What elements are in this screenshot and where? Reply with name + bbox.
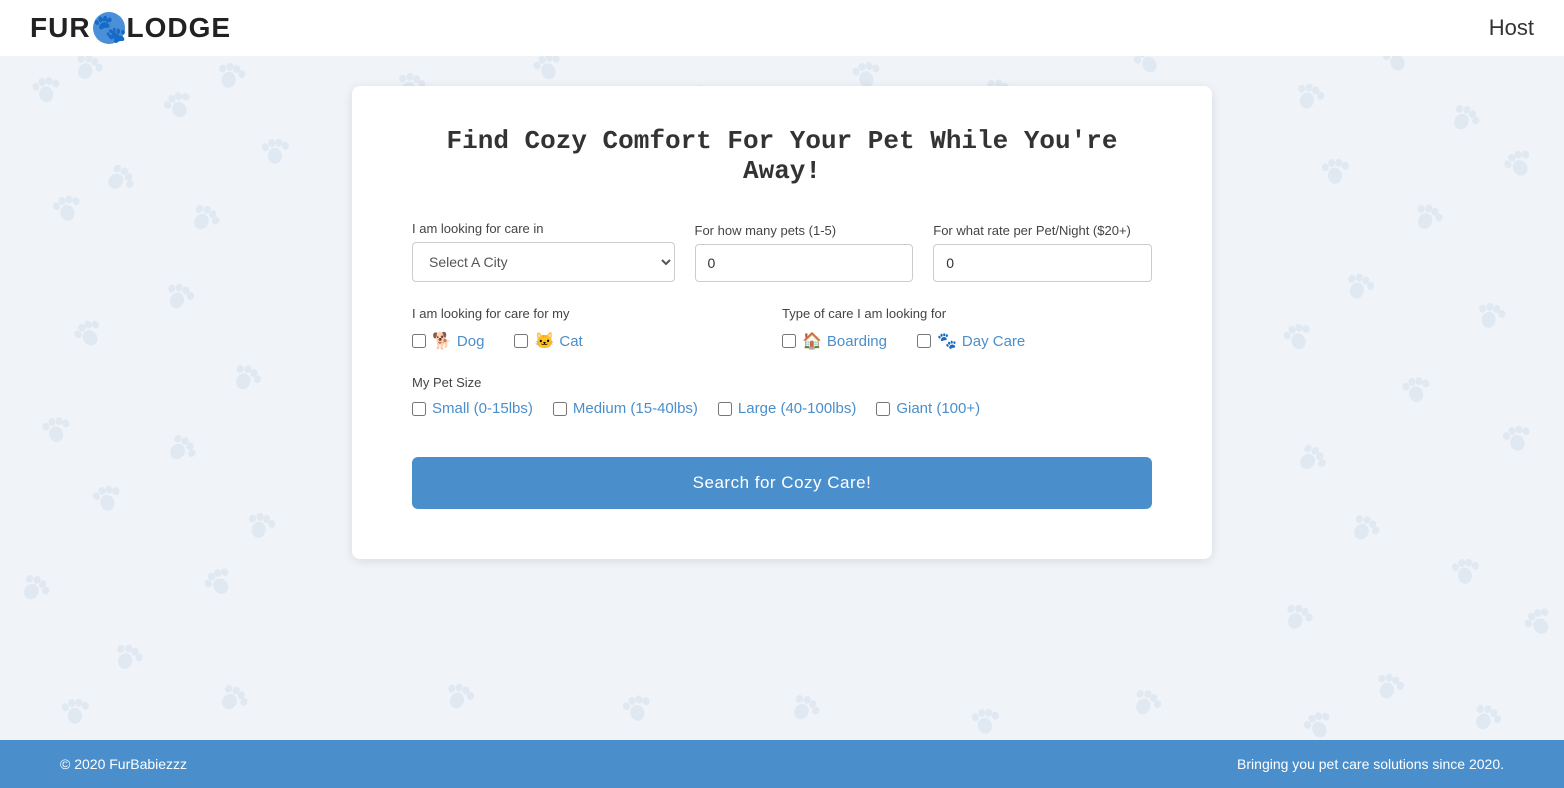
pet-size-section: My Pet Size Small (0-15lbs) Medium (15-4…	[412, 375, 1152, 417]
daycare-checkbox[interactable]	[917, 334, 931, 348]
large-size-checkbox[interactable]	[718, 402, 732, 416]
pet-type-options: 🐕 Dog 🐱 Cat	[412, 331, 782, 351]
boarding-checkbox-item[interactable]: 🏠 Boarding	[782, 331, 887, 351]
logo-text-lodge: L	[127, 12, 145, 44]
search-card: Find Cozy Comfort For Your Pet While You…	[352, 86, 1212, 559]
large-size-label: Large (40-100lbs)	[738, 400, 856, 417]
cat-checkbox-item[interactable]: 🐱 Cat	[514, 331, 582, 351]
daycare-icon: 🐾	[937, 331, 957, 351]
care-for-label: I am looking for care for my	[412, 306, 782, 321]
cat-label: 🐱 Cat	[534, 331, 582, 351]
daycare-text: Day Care	[962, 333, 1025, 350]
cat-icon: 🐱	[534, 331, 554, 351]
pet-size-options: Small (0-15lbs) Medium (15-40lbs) Large …	[412, 400, 1152, 417]
main-content: Find Cozy Comfort For Your Pet While You…	[0, 56, 1564, 740]
dog-icon: 🐕	[432, 331, 452, 351]
checkbox-row: I am looking for care for my 🐕 Dog 🐱	[412, 306, 1152, 351]
boarding-label: 🏠 Boarding	[802, 331, 887, 351]
boarding-text: Boarding	[827, 333, 887, 350]
dog-checkbox[interactable]	[412, 334, 426, 348]
giant-size-checkbox[interactable]	[876, 402, 890, 416]
daycare-checkbox-item[interactable]: 🐾 Day Care	[917, 331, 1025, 351]
small-size-item[interactable]: Small (0-15lbs)	[412, 400, 533, 417]
dog-checkbox-item[interactable]: 🐕 Dog	[412, 331, 484, 351]
search-button[interactable]: Search for Cozy Care!	[412, 457, 1152, 509]
dog-text: Dog	[457, 333, 485, 350]
care-type-section: Type of care I am looking for 🏠 Boarding…	[782, 306, 1152, 351]
city-select[interactable]: Select A City	[412, 242, 675, 282]
logo-text-lodge2: ODGE	[145, 12, 231, 44]
giant-size-label: Giant (100+)	[896, 400, 980, 417]
logo-paw-icon: 🐾	[93, 12, 125, 44]
giant-size-item[interactable]: Giant (100+)	[876, 400, 980, 417]
medium-size-label: Medium (15-40lbs)	[573, 400, 698, 417]
footer: © 2020 FurBabiezzz Bringing you pet care…	[0, 740, 1564, 788]
search-row-1: I am looking for care in Select A City F…	[412, 221, 1152, 282]
footer-tagline: Bringing you pet care solutions since 20…	[1237, 756, 1504, 772]
boarding-icon: 🏠	[802, 331, 822, 351]
care-type-options: 🏠 Boarding 🐾 Day Care	[782, 331, 1152, 351]
pets-input[interactable]	[695, 244, 914, 282]
medium-size-checkbox[interactable]	[553, 402, 567, 416]
medium-size-item[interactable]: Medium (15-40lbs)	[553, 400, 698, 417]
boarding-checkbox[interactable]	[782, 334, 796, 348]
pets-label: For how many pets (1-5)	[695, 223, 914, 238]
cat-text: Cat	[559, 333, 582, 350]
city-group: I am looking for care in Select A City	[412, 221, 675, 282]
logo: FUR🐾LODGE	[30, 12, 231, 44]
cat-checkbox[interactable]	[514, 334, 528, 348]
dog-label: 🐕 Dog	[432, 331, 484, 351]
logo-text-fur: FUR	[30, 12, 91, 44]
small-size-label: Small (0-15lbs)	[432, 400, 533, 417]
pet-type-section: I am looking for care for my 🐕 Dog 🐱	[412, 306, 782, 351]
pet-size-label: My Pet Size	[412, 375, 1152, 390]
city-label: I am looking for care in	[412, 221, 675, 236]
rate-label: For what rate per Pet/Night ($20+)	[933, 223, 1152, 238]
page-title: Find Cozy Comfort For Your Pet While You…	[412, 126, 1152, 186]
rate-input[interactable]	[933, 244, 1152, 282]
rate-group: For what rate per Pet/Night ($20+)	[933, 223, 1152, 282]
daycare-label: 🐾 Day Care	[937, 331, 1025, 351]
care-type-label: Type of care I am looking for	[782, 306, 1152, 321]
header: FUR🐾LODGE Host	[0, 0, 1564, 56]
footer-copyright: © 2020 FurBabiezzz	[60, 756, 187, 772]
pets-group: For how many pets (1-5)	[695, 223, 914, 282]
large-size-item[interactable]: Large (40-100lbs)	[718, 400, 856, 417]
host-link[interactable]: Host	[1489, 15, 1534, 41]
small-size-checkbox[interactable]	[412, 402, 426, 416]
